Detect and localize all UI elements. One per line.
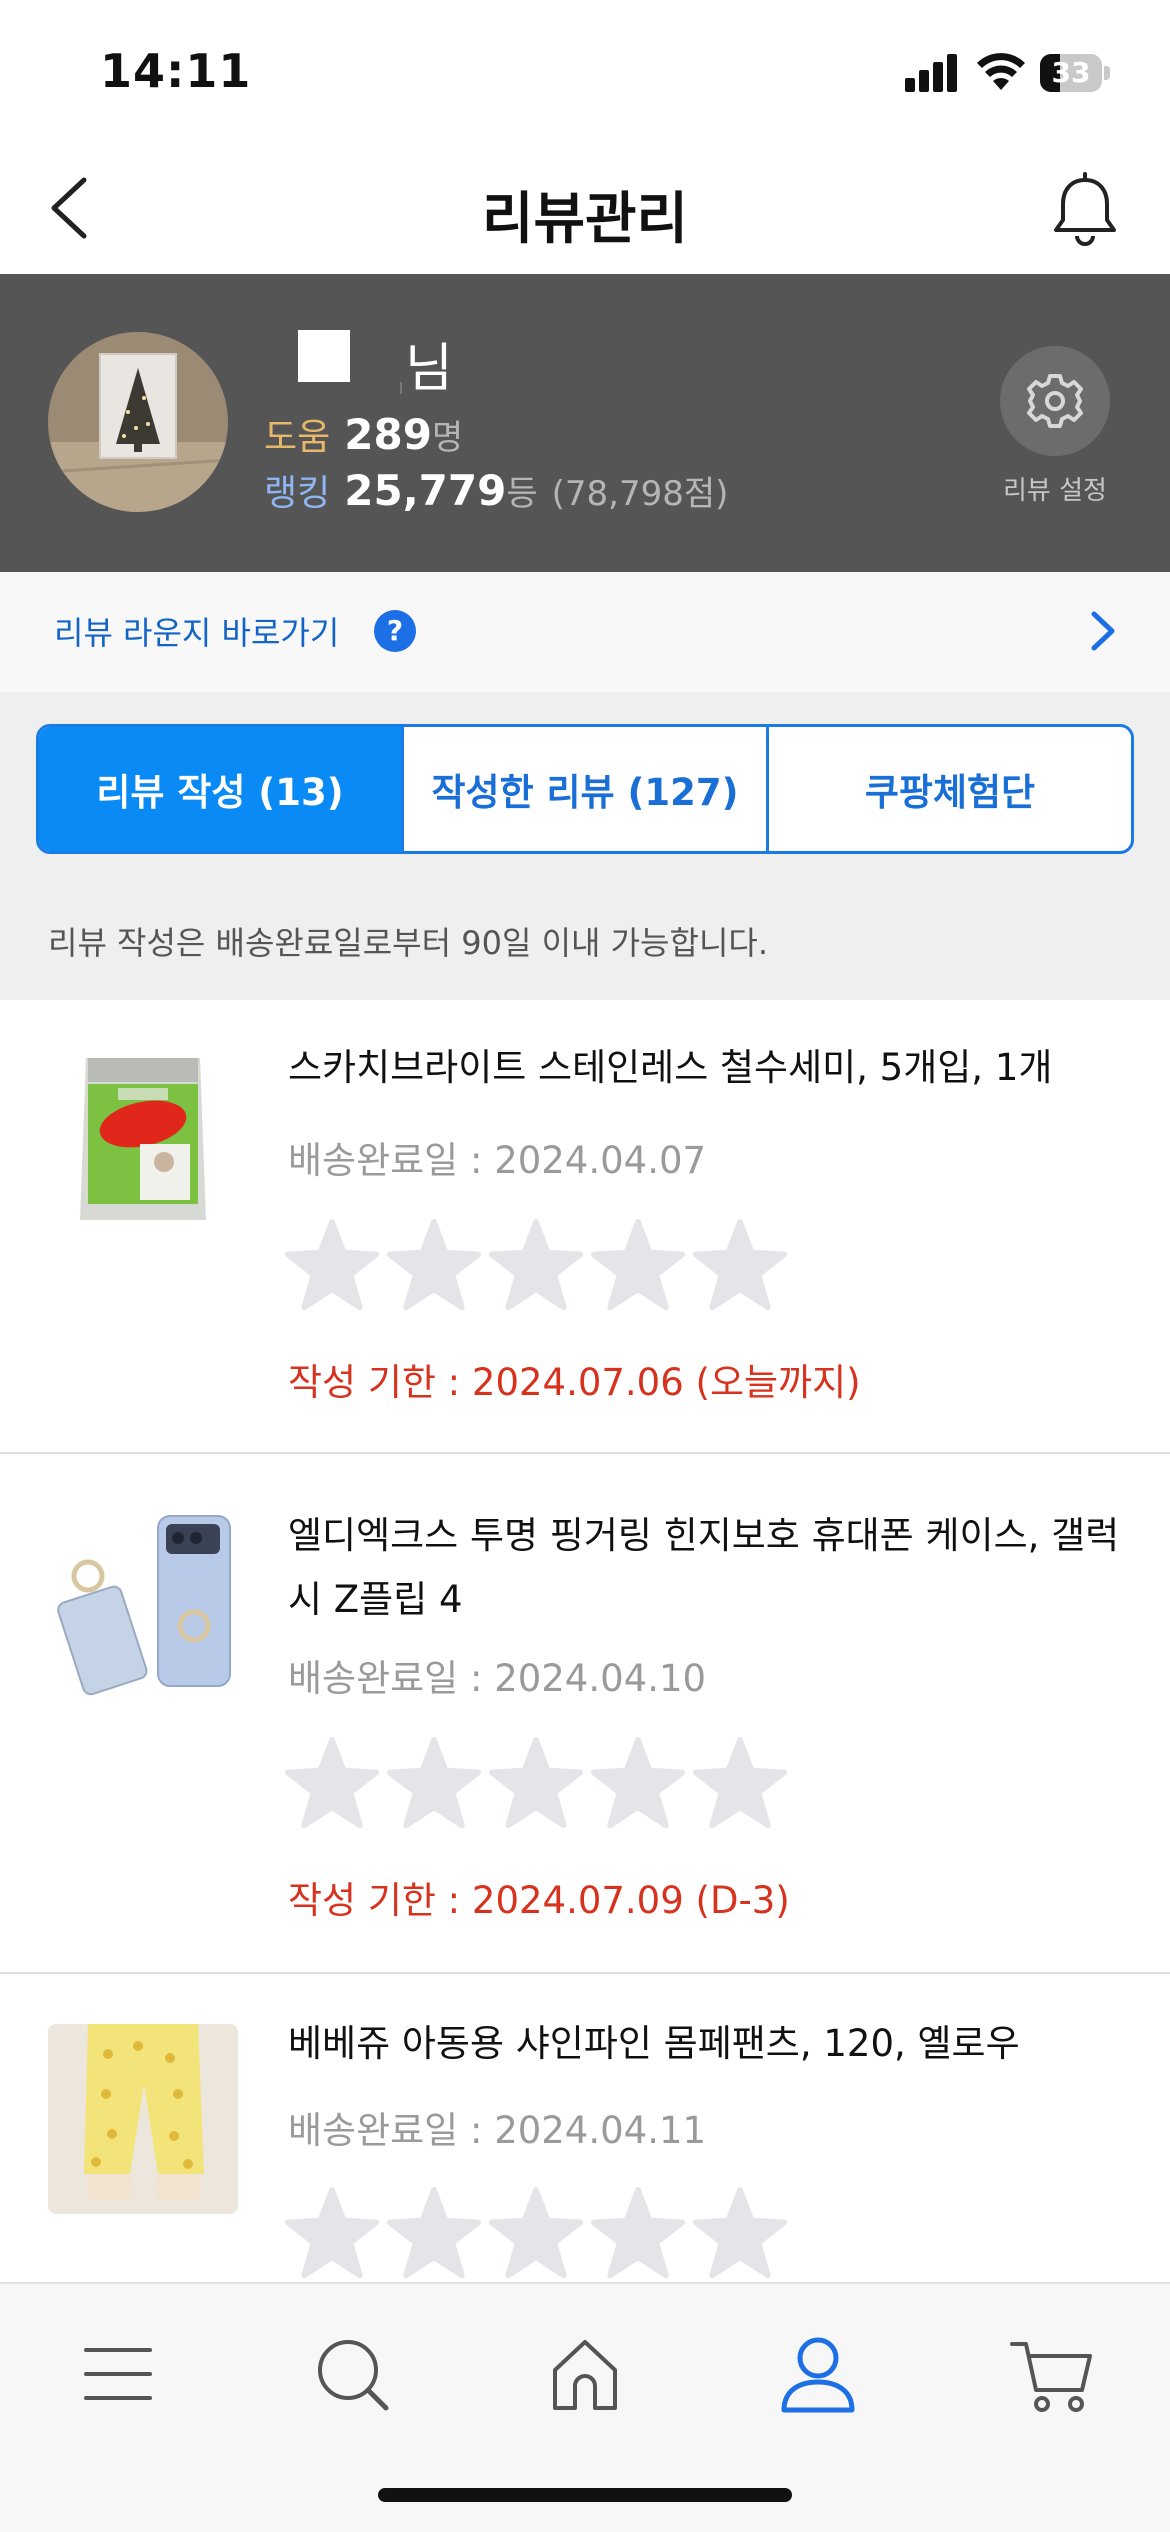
star-icon[interactable] — [284, 1736, 380, 1832]
review-notice: 리뷰 작성은 배송완료일로부터 90일 이내 가능합니다. — [48, 924, 768, 962]
product-name[interactable]: 스카치브라이트 스테인레스 철수세미, 5개입, 1개 — [288, 1036, 1128, 1100]
review-settings-label: 리뷰 설정 — [1003, 476, 1107, 506]
star-rating[interactable] — [284, 2186, 788, 2290]
star-icon[interactable] — [386, 1736, 482, 1832]
help-value: 289 — [344, 410, 432, 459]
review-lounge-label: 리뷰 라운지 바로가기 — [54, 614, 340, 652]
delivery-date: 배송완료일 : 2024.04.10 — [288, 1657, 707, 1700]
status-time: 14:11 — [100, 44, 252, 98]
page-title: 리뷰관리 — [481, 187, 689, 252]
gear-icon — [1027, 374, 1083, 428]
product-image[interactable] — [48, 1506, 238, 1696]
review-tabs: 리뷰 작성 (13) 작성한 리뷰 (127) 쿠팡체험단 — [36, 724, 1134, 854]
delivery-date: 배송완료일 : 2024.04.11 — [288, 2109, 707, 2152]
review-deadline: 작성 기한 : 2024.07.09 (D-3) — [288, 1879, 790, 1922]
rank-unit: 등 — [506, 474, 538, 514]
tab-written-reviews[interactable]: 작성한 리뷰 (127) — [401, 727, 766, 851]
wifi-icon — [977, 53, 1025, 90]
user-icon[interactable] — [768, 2324, 868, 2424]
product-image[interactable] — [48, 2024, 238, 2214]
home-icon[interactable] — [535, 2324, 635, 2424]
header: 리뷰관리 — [0, 140, 1170, 274]
chevron-right-icon — [1091, 611, 1115, 651]
list-item[interactable]: 엘디엑크스 투명 핑거링 힌지보호 휴대폰 케이스, 갤럭시 Z플립 4 배송완… — [0, 1454, 1170, 1974]
star-icon[interactable] — [284, 2186, 380, 2282]
star-icon[interactable] — [590, 2186, 686, 2282]
star-rating[interactable] — [284, 1736, 788, 1840]
battery-percent: 33 — [1051, 56, 1091, 89]
divider — [400, 382, 402, 394]
profile-summary: 님 도움 289명 랭킹 25,779등 (78,798점) 리뷰 설정 — [0, 274, 1170, 572]
star-icon[interactable] — [488, 2186, 584, 2282]
star-icon[interactable] — [590, 1218, 686, 1314]
delivery-date: 배송완료일 : 2024.04.07 — [288, 1139, 707, 1182]
product-name[interactable]: 베베쥬 아동용 샤인파인 몸페팬츠, 120, 옐로우 — [288, 2012, 1128, 2076]
tab-write-review[interactable]: 리뷰 작성 (13) — [39, 727, 401, 851]
star-icon[interactable] — [488, 1736, 584, 1832]
star-icon[interactable] — [284, 1218, 380, 1314]
status-bar: 14:11 33 — [0, 0, 1170, 140]
name-suffix: 님 — [405, 339, 453, 399]
product-image[interactable] — [48, 1044, 238, 1234]
list-item[interactable]: 스카치브라이트 스테인레스 철수세미, 5개입, 1개 배송완료일 : 2024… — [0, 1000, 1170, 1454]
star-icon[interactable] — [488, 1218, 584, 1314]
bell-icon[interactable] — [1045, 170, 1125, 250]
help-icon[interactable]: ? — [374, 610, 416, 652]
menu-icon[interactable] — [68, 2324, 168, 2424]
home-indicator — [378, 2488, 792, 2502]
star-icon[interactable] — [590, 1736, 686, 1832]
help-label: 도움 — [264, 417, 331, 458]
search-icon[interactable] — [302, 2324, 402, 2424]
avatar[interactable] — [48, 332, 228, 512]
list-item[interactable]: 베베쥬 아동용 샤인파인 몸페팬츠, 120, 옐로우 배송완료일 : 2024… — [0, 1974, 1170, 2294]
cart-icon[interactable] — [1002, 2324, 1102, 2424]
rank-label: 랭킹 — [264, 473, 331, 514]
review-settings-button[interactable] — [1000, 346, 1110, 456]
star-icon[interactable] — [386, 2186, 482, 2282]
rank-points: (78,798점) — [551, 474, 729, 514]
username-redacted — [298, 330, 350, 382]
rank-value: 25,779 — [344, 466, 507, 515]
star-icon[interactable] — [692, 2186, 788, 2282]
help-unit: 명 — [431, 418, 464, 458]
star-icon[interactable] — [692, 1218, 788, 1314]
star-rating[interactable] — [284, 1218, 788, 1322]
rank-stat: 랭킹 25,779등 (78,798점) — [264, 464, 728, 516]
product-name[interactable]: 엘디엑크스 투명 핑거링 힌지보호 휴대폰 케이스, 갤럭시 Z플립 4 — [288, 1504, 1128, 1632]
tabs-section: 리뷰 작성 (13) 작성한 리뷰 (127) 쿠팡체험단 리뷰 작성은 배송완… — [0, 692, 1170, 1000]
tab-experience-group[interactable]: 쿠팡체험단 — [766, 727, 1131, 851]
cellular-signal-icon — [905, 52, 959, 92]
star-icon[interactable] — [386, 1218, 482, 1314]
battery-icon: 33 — [1040, 54, 1110, 92]
star-icon[interactable] — [692, 1736, 788, 1832]
help-stat: 도움 289명 — [264, 408, 463, 460]
review-deadline: 작성 기한 : 2024.07.06 (오늘까지) — [288, 1361, 861, 1404]
review-lounge-link[interactable]: 리뷰 라운지 바로가기 ? — [0, 572, 1170, 692]
